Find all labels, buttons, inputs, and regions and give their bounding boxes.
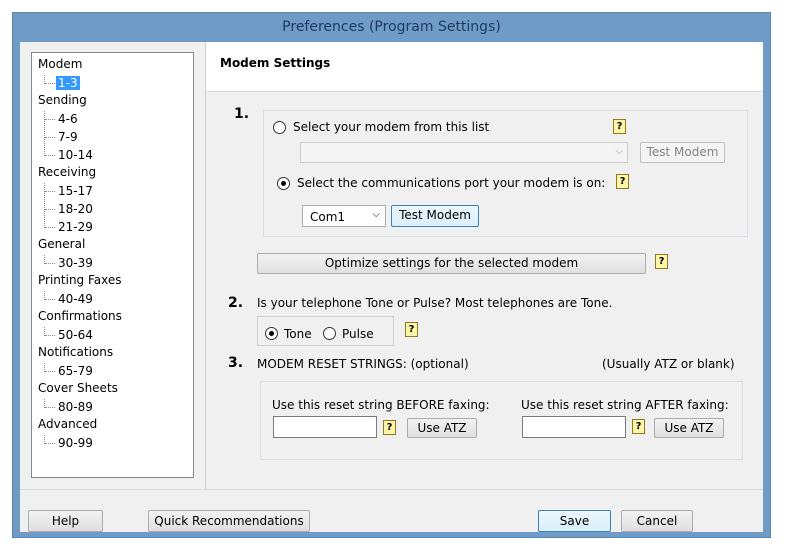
tree-item-1-1[interactable]: 7-9	[58, 130, 78, 144]
tree-group-0[interactable]: Modem	[38, 57, 82, 71]
help-balloon-icon[interactable]: ?	[405, 322, 418, 337]
port-select[interactable]: Com1 ⌵	[302, 205, 386, 227]
tree-connector	[45, 407, 55, 408]
section-3-number: 3.	[228, 355, 244, 371]
tree-connector	[44, 291, 45, 300]
tree-connector	[44, 363, 45, 372]
tree-item-8-0[interactable]: 90-99	[58, 436, 93, 450]
tree-connector	[45, 335, 55, 336]
use-atz-before-button[interactable]: Use ATZ	[407, 418, 477, 438]
tree-group-2[interactable]: Receiving	[38, 165, 96, 179]
after-reset-input[interactable]	[522, 416, 626, 438]
help-balloon-icon[interactable]: ?	[383, 420, 396, 435]
cancel-button[interactable]: Cancel	[621, 510, 693, 532]
save-button[interactable]: Save	[538, 510, 611, 532]
tree-item-3-0[interactable]: 30-39	[58, 256, 93, 270]
chevron-down-icon: ⌵	[615, 146, 623, 157]
help-balloon-icon[interactable]: ?	[655, 254, 668, 269]
tree-connector	[45, 299, 55, 300]
tree-connector	[45, 443, 55, 444]
page-title: Modem Settings	[220, 56, 331, 70]
help-button[interactable]: Help	[28, 510, 103, 532]
tree-group-3[interactable]: General	[38, 237, 85, 251]
tone-label: Tone	[284, 327, 312, 341]
tree-group-8[interactable]: Advanced	[38, 417, 97, 431]
tree-connector	[44, 399, 45, 408]
dial-type-question: Is your telephone Tone or Pulse? Most te…	[257, 296, 613, 310]
tree-item-5-0[interactable]: 50-64	[58, 328, 93, 342]
dialog-footer: Help Quick Recommendations Save Cancel	[20, 489, 763, 532]
tree-item-0-0[interactable]: 1-3	[56, 76, 80, 90]
tree-connector	[44, 111, 45, 156]
tree-item-1-2[interactable]: 10-14	[58, 148, 93, 162]
test-modem-button-disabled[interactable]: Test Modem	[640, 142, 725, 163]
modem-list-select[interactable]: ⌵	[300, 142, 628, 163]
tree-connector	[45, 227, 55, 228]
tree-connector	[44, 75, 45, 84]
tree-connector	[45, 371, 55, 372]
tree-group-7[interactable]: Cover Sheets	[38, 381, 118, 395]
tree-group-5[interactable]: Confirmations	[38, 309, 122, 323]
settings-tree[interactable]: Modem 1-3 Sending 4-6 7-9 10-14 Receiving 15-17…	[31, 52, 194, 478]
help-balloon-icon[interactable]: ?	[632, 419, 645, 434]
tree-item-4-0[interactable]: 40-49	[58, 292, 93, 306]
section-2-number: 2.	[228, 295, 244, 311]
before-label: Use this reset string BEFORE faxing:	[272, 398, 490, 412]
reset-strings-hint: (Usually ATZ or blank)	[602, 357, 735, 371]
tree-connector	[45, 137, 55, 138]
after-label: Use this reset string AFTER faxing:	[521, 398, 729, 412]
tree-connector	[45, 83, 55, 84]
select-from-list-radio[interactable]	[273, 121, 286, 134]
tree-group-1[interactable]: Sending	[38, 93, 87, 107]
panel-header: Modem Settings	[206, 42, 763, 92]
section-1-number: 1.	[234, 106, 250, 122]
tree-item-2-2[interactable]: 21-29	[58, 220, 93, 234]
reset-strings-title: MODEM RESET STRINGS: (optional)	[257, 357, 469, 371]
quick-recommendations-button[interactable]: Quick Recommendations	[148, 510, 310, 532]
tree-item-7-0[interactable]: 80-89	[58, 400, 93, 414]
select-port-label: Select the communications port your mode…	[297, 176, 606, 190]
tree-connector	[45, 263, 55, 264]
optimize-settings-button[interactable]: Optimize settings for the selected modem	[257, 253, 646, 274]
tree-connector	[45, 119, 55, 120]
tree-connector	[45, 209, 55, 210]
tree-connector	[45, 191, 55, 192]
preferences-window: Preferences (Program Settings) Modem 1-3 S…	[12, 12, 771, 538]
dialog-body: Modem 1-3 Sending 4-6 7-9 10-14 Receiving 15-17…	[20, 42, 763, 532]
tree-connector	[44, 435, 45, 444]
chevron-down-icon: ⌵	[372, 209, 380, 220]
tree-connector	[45, 155, 55, 156]
tree-connector	[44, 327, 45, 336]
select-port-radio[interactable]	[277, 177, 290, 190]
tree-item-2-1[interactable]: 18-20	[58, 202, 93, 216]
tree-connector	[44, 183, 45, 228]
tree-group-6[interactable]: Notifications	[38, 345, 113, 359]
divider	[205, 42, 206, 489]
tone-radio[interactable]	[265, 327, 278, 340]
use-atz-after-button[interactable]: Use ATZ	[654, 418, 724, 438]
tree-item-1-0[interactable]: 4-6	[58, 112, 78, 126]
test-modem-button[interactable]: Test Modem	[391, 205, 479, 227]
select-from-list-label: Select your modem from this list	[293, 120, 490, 134]
help-balloon-icon[interactable]: ?	[613, 119, 626, 134]
pulse-label: Pulse	[342, 327, 374, 341]
pulse-radio[interactable]	[323, 327, 336, 340]
help-balloon-icon[interactable]: ?	[616, 174, 629, 189]
tree-item-6-0[interactable]: 65-79	[58, 364, 93, 378]
tree-connector	[44, 255, 45, 264]
window-title: Preferences (Program Settings)	[282, 19, 501, 35]
before-reset-input[interactable]	[273, 416, 377, 438]
tree-group-4[interactable]: Printing Faxes	[38, 273, 122, 287]
tree-item-2-0[interactable]: 15-17	[58, 184, 93, 198]
